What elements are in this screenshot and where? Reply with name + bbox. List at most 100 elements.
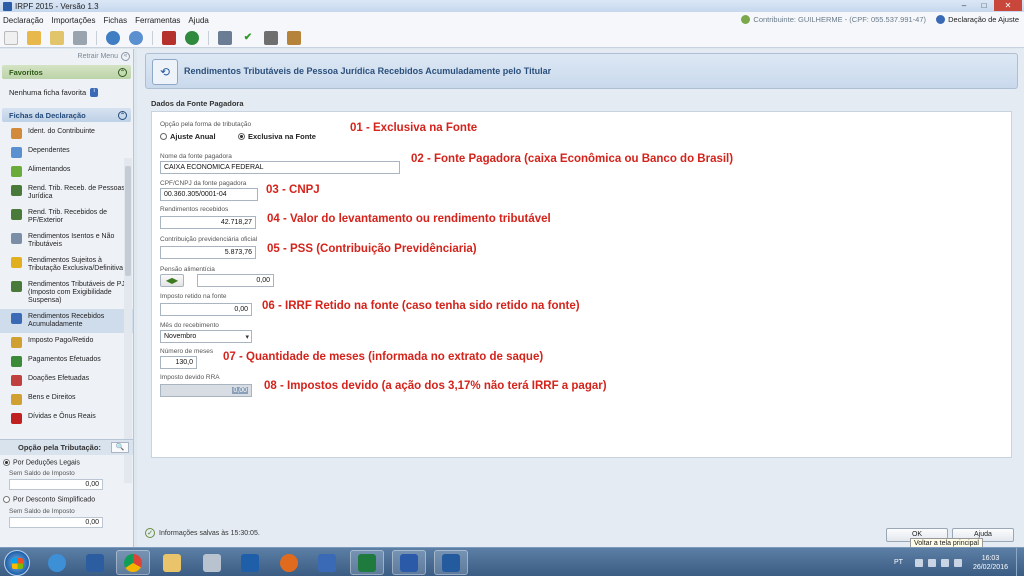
print-icon[interactable]	[218, 30, 232, 45]
sidebar-item-label: Bens e Direitos	[28, 394, 76, 401]
sidebar-item-label: Rendimentos Sujeitos à Tributação Exclus…	[28, 257, 124, 272]
folder-icon[interactable]	[50, 30, 64, 45]
radio-annual-adjustment[interactable]: Ajuste Anual	[160, 132, 216, 141]
sidebar-item-label: Alimentandos	[28, 166, 71, 173]
book-icon[interactable]	[287, 30, 301, 45]
option-legal-deductions[interactable]: Por Deduções Legais	[0, 455, 133, 470]
chrome-icon	[124, 553, 142, 572]
sidebar-item[interactable]: Pagamentos Efetuados	[0, 352, 133, 371]
title-bar: IRPF 2015 - Versão 1.3 – □ ✕	[0, 0, 1024, 12]
menu-ajuda[interactable]: Ajuda	[188, 16, 208, 25]
sidebar-item-label: Imposto Pago/Retido	[28, 337, 94, 344]
radio-icon[interactable]	[3, 496, 10, 504]
taskbar-chrome[interactable]	[116, 550, 150, 575]
collapse-menu[interactable]: Retrair Menu «	[0, 49, 133, 63]
sidebar-scrollbar[interactable]	[124, 158, 132, 483]
income-field[interactable]: 42.718,27	[160, 216, 256, 229]
contributor-info: Contribuinte: GUILHERME - (CPF: 055.537.…	[741, 15, 926, 24]
declaration-type[interactable]: Declaração de Ajuste	[936, 15, 1019, 24]
radio-selected-icon[interactable]	[3, 459, 10, 466]
sidebar-item[interactable]: Rendimentos Sujeitos à Tributação Exclus…	[0, 253, 133, 277]
taskbar-irpf2[interactable]	[310, 550, 344, 575]
taskbar-word[interactable]	[392, 550, 426, 575]
sidebar-item[interactable]: Alimentandos	[0, 162, 133, 181]
pension-contrib-field[interactable]: 5.873,76	[160, 246, 256, 259]
months-count-label: Número de meses	[160, 348, 214, 355]
taskbar-irpf-check[interactable]	[78, 550, 112, 575]
sidebar-item[interactable]: Rendimentos Tributáveis de PJ (Imposto c…	[0, 277, 133, 309]
sidebar-item[interactable]: Doações Efetuadas	[0, 371, 133, 390]
option-simplified-value: 0,00	[9, 516, 103, 528]
sidebar-item[interactable]: Rendimentos Recebidos Acumuladamente	[0, 309, 133, 333]
sync-icon[interactable]	[129, 30, 143, 45]
sidebar-item-label: Rend. Trib. Recebidos de PF/Exterior	[28, 209, 107, 224]
clock[interactable]: 16:03 26/02/2016	[973, 554, 1008, 572]
arrow-up-icon[interactable]	[914, 558, 923, 567]
menu-importacoes[interactable]: Importações	[51, 16, 95, 25]
taskbar-irpf-active[interactable]	[434, 550, 468, 575]
start-button[interactable]	[4, 550, 30, 576]
check-icon[interactable]: ✔	[241, 31, 255, 45]
taskbar-calculator[interactable]	[195, 550, 229, 575]
sidebar-item[interactable]: Dívidas e Ônus Reais	[0, 409, 133, 428]
menu-declaracao[interactable]: Declaração	[3, 16, 43, 25]
taskbar-explorer[interactable]	[155, 550, 189, 575]
radio-selected-icon[interactable]	[238, 133, 245, 140]
option-simplified-label: Por Desconto Simplificado	[13, 496, 96, 504]
option-legal-label: Por Deduções Legais	[13, 459, 80, 467]
sidebar-item[interactable]: Rend. Trib. Receb. de Pessoas Jurídica	[0, 181, 133, 205]
save-icon[interactable]	[162, 30, 176, 45]
forms-header[interactable]: Fichas da Declaração ⌃	[2, 108, 131, 122]
language-indicator[interactable]: PT	[894, 559, 903, 566]
transmit-icon[interactable]	[185, 30, 199, 45]
search-icon[interactable]: 🔍	[111, 442, 129, 453]
sidebar-item[interactable]: Bens e Direitos	[0, 390, 133, 409]
calculator-icon[interactable]	[264, 30, 278, 45]
alimony-edit-button[interactable]: ◀▶	[160, 274, 184, 287]
menu-ferramentas[interactable]: Ferramentas	[135, 16, 180, 25]
calculator-icon	[203, 553, 221, 572]
donations-icon	[11, 375, 22, 386]
flag-icon[interactable]	[953, 558, 962, 567]
option-simplified[interactable]: Por Desconto Simplificado	[0, 492, 133, 507]
sidebar-item[interactable]: Rend. Trib. Recebidos de PF/Exterior	[0, 205, 133, 229]
new-file-icon[interactable]	[4, 30, 18, 45]
minimize-button[interactable]: –	[954, 0, 974, 11]
sidebar-item-label: Rendimentos Recebidos Acumuladamente	[28, 313, 105, 328]
sidebar-item[interactable]: Imposto Pago/Retido	[0, 333, 133, 352]
maximize-button[interactable]: □	[974, 0, 994, 11]
radio-exclusive-source[interactable]: Exclusiva na Fonte	[238, 132, 316, 141]
debts-icon	[11, 413, 22, 424]
open-folder-icon[interactable]	[27, 30, 41, 45]
cnpj-field[interactable]: 00.360.305/0001-04	[160, 188, 258, 201]
sidebar-item[interactable]: Rendimentos Isentos e Não Tributáveis	[0, 229, 133, 253]
month-select[interactable]: Novembro ▾	[160, 330, 252, 343]
sidebar-item-label: Ident. do Contribuinte	[28, 128, 95, 135]
annotation-7: 07 - Quantidade de meses (informada no e…	[223, 351, 544, 363]
scrollbar-thumb[interactable]	[125, 166, 131, 276]
income-label: Rendimentos recebidos	[160, 206, 229, 213]
taskbar-ie[interactable]	[40, 550, 74, 575]
trash-icon[interactable]	[73, 30, 87, 45]
favorites-header[interactable]: Favoritos ⌃	[2, 65, 131, 79]
income-pf-icon	[11, 209, 22, 220]
radio-icon[interactable]	[160, 133, 167, 140]
show-desktop-button[interactable]	[1016, 548, 1024, 576]
close-button[interactable]: ✕	[994, 0, 1022, 11]
sidebar-item[interactable]: Dependentes	[0, 143, 133, 162]
toolbar-separator	[208, 30, 209, 45]
alimony-field[interactable]: 0,00	[197, 274, 274, 287]
taskbar-receita[interactable]	[233, 550, 267, 575]
withheld-field[interactable]: 0,00	[160, 303, 252, 316]
taskbar-excel[interactable]	[350, 550, 384, 575]
month-value: Novembro	[164, 333, 197, 340]
sidebar: Retrair Menu « Favoritos ⌃ Nenhuma ficha…	[0, 49, 134, 547]
volume-icon[interactable]	[940, 558, 949, 567]
menu-fichas[interactable]: Fichas	[104, 16, 128, 25]
globe-icon[interactable]	[106, 30, 120, 45]
taskbar-media[interactable]	[272, 550, 306, 575]
network-icon[interactable]	[927, 558, 936, 567]
sidebar-item[interactable]: Ident. do Contribuinte	[0, 124, 133, 143]
months-count-field[interactable]: 130,0	[160, 356, 197, 369]
source-name-field[interactable]: CAIXA ECONOMICA FEDERAL	[160, 161, 400, 174]
